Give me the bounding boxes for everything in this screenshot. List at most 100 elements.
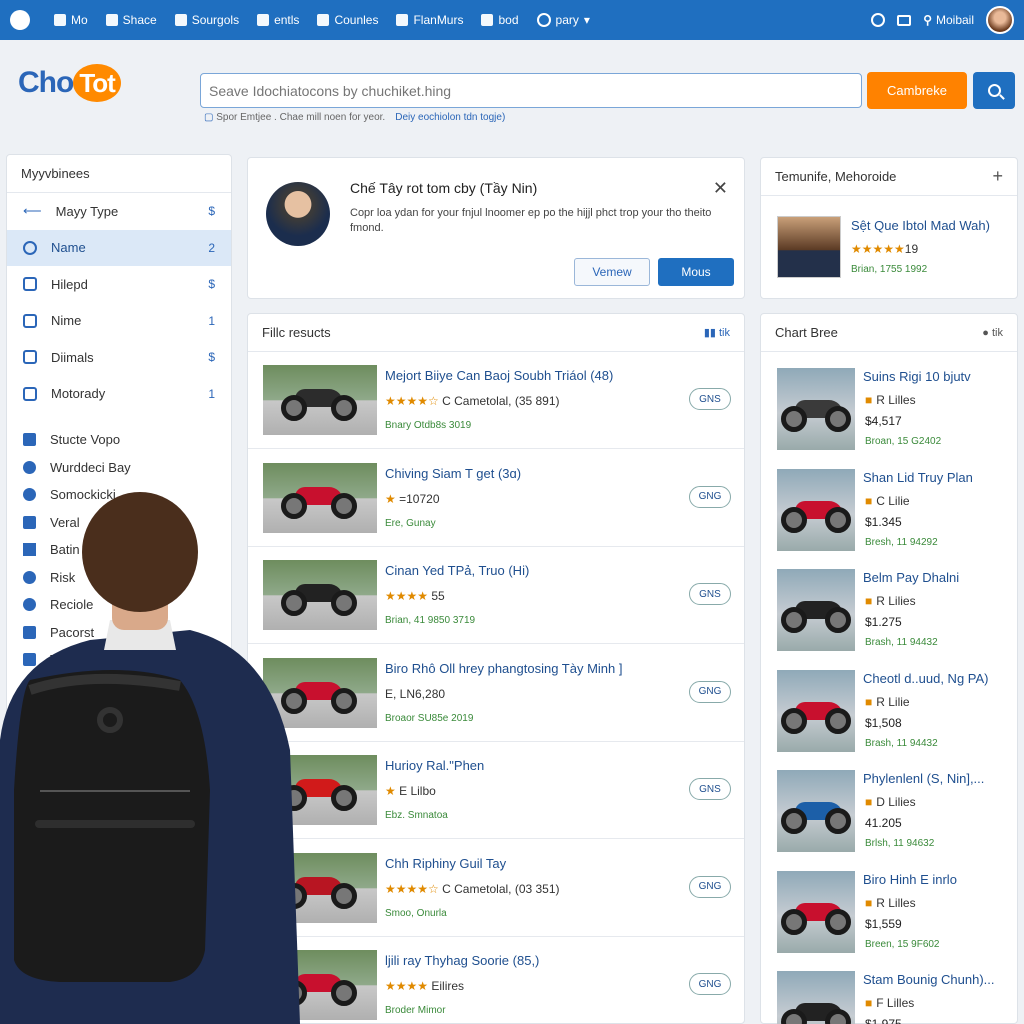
listing-action-button[interactable]: GNG [689,485,731,508]
result-row[interactable]: Mejort Biiye Can Baoj Soubh Triáol (48) ★… [248,352,744,449]
listing-title[interactable]: Chiving Siam T get (3ɑ) [385,466,521,481]
listing-title[interactable]: Stam Bounig Chunh)... [863,972,995,987]
listing-title[interactable]: Shan Lid Truy Plan [863,470,973,485]
listing-thumbnail[interactable] [263,950,377,1020]
sidebar-item-type[interactable]: ⟵ Mayy Type $ [7,193,231,230]
listing-thumbnail[interactable] [263,852,377,923]
cta-button[interactable]: Cambreke [867,72,967,109]
listing-title[interactable]: Biro Hinh E inrlo [863,872,957,887]
profile-name[interactable]: Sệt Que Ibtol Mad Wah) [851,218,990,233]
chart-list-item[interactable]: Suins Rigi 10 bjutv ■ R Lilles $4,517 Broan,… [761,360,1017,461]
result-row[interactable]: ljili ray Thyhag Soorie (85,) ★★★★ Eilire… [248,937,744,1024]
listing-sub: Eilires [431,979,465,993]
sidebar-sub-item[interactable]: Tru [7,646,231,674]
listing-thumbnail[interactable] [263,462,377,533]
sidebar-item-diimals[interactable]: Diimals $ [7,339,231,376]
listing-thumbnail[interactable] [777,368,855,450]
listing-action-button[interactable]: GNG [689,875,731,898]
listing-thumbnail[interactable] [263,560,377,630]
sidebar-sub-item[interactable]: Batin [7,536,231,564]
chart-list-item[interactable]: Belm Pay Dhalni ■ R Lilies $1.275 Brash, 11 … [761,561,1017,662]
search-input[interactable] [200,73,862,108]
result-row[interactable]: Chh Riphiny Guil Tay ★★★★☆ C Cametolal, (… [248,840,744,937]
chart-list-item[interactable]: Biro Hinh E inrlo ■ R Lilles $1,559 Breen, 1… [761,863,1017,964]
user-menu[interactable]: ⚲ Moibail [923,13,974,27]
listing-thumbnail[interactable] [777,971,855,1024]
listing-thumbnail[interactable] [777,569,855,651]
chart-list-item[interactable]: Phylenlenl (S, Nin],... ■ D Lilies 41.205 Br… [761,762,1017,863]
sidebar-sub-item[interactable]: Pacorst [7,619,231,647]
sidebar-sub-label: Tru [50,652,70,668]
listing-title[interactable]: Phylenlenl (S, Nin],... [863,771,984,786]
motorcycle-graphic [281,485,357,519]
sidebar-sub-label: Risk [50,569,76,585]
listing-action-button[interactable]: GNG [689,680,731,703]
listing-action-button[interactable]: GNG [689,973,731,995]
listing-action-button[interactable]: GNS [689,778,731,800]
nav-item-counles[interactable]: Counles [317,13,378,27]
chevron-down-icon: ▾ [583,13,590,27]
sidebar-sub-item[interactable]: Veral [7,509,231,537]
sidebar-sub-item[interactable]: Risk [7,564,231,592]
sidebar-sub-item[interactable]: Wurddeci Bay [7,454,231,482]
nav-item-home[interactable]: Mo [54,13,88,27]
search-button[interactable] [973,72,1015,109]
sidebar-item-name[interactable]: Name 2 [7,229,231,266]
result-row[interactable]: Cinan Yed TPả, Truo (Hi) ★★★★ 55 Brian, 41… [248,547,744,644]
motorcycle-graphic [281,582,357,616]
chart-list-item[interactable]: Shan Lid Truy Plan ■ C Lilie $1.345 Bresh, 1… [761,461,1017,562]
sidebar-sub-item[interactable]: Somockicki [7,481,231,509]
profile-rating: ★★★★★19 [851,242,918,256]
motorcycle-graphic [281,777,357,811]
filter-icon[interactable]: ▮▮ tik [704,326,730,339]
close-icon[interactable]: ✕ [713,178,728,199]
nav-item-sourgols[interactable]: Sourgols [174,13,239,27]
listing-title[interactable]: ljili ray Thyhag Soorie (85,) [385,953,539,968]
chart-list-item[interactable]: Cheotl d..uud, Ng PA) ■ R Lilie $1,508 Brash… [761,662,1017,763]
listing-thumbnail[interactable] [777,870,855,953]
sidebar-item-count: $ [208,350,215,365]
listing-thumbnail[interactable] [777,468,855,551]
nav-item-pary[interactable]: pary ▾ [536,13,590,27]
sidebar-item-label: Motorady [51,386,106,402]
hint-link[interactable]: Deiy eochiolon tdn togje) [395,112,505,123]
listing-title[interactable]: Hurioy Ral."Phen [385,758,484,773]
listing-title[interactable]: Chh Riphiny Guil Tay [385,856,506,871]
rating-stars: ★★★★☆ [385,881,439,896]
nav-item-shace[interactable]: Shace [105,13,157,27]
listing-thumbnail[interactable] [777,669,855,752]
listing-action-button[interactable]: GNS [689,388,731,410]
sidebar-item-hilepd[interactable]: Hilepd $ [7,266,231,303]
image-icon[interactable] [897,14,912,26]
listing-thumbnail[interactable] [263,755,377,825]
avatar[interactable] [986,6,1014,34]
result-row[interactable]: Chiving Siam T get (3ɑ) ★ =10720 Ere, Guna… [248,450,744,547]
listing-title[interactable]: Cinan Yed TPả, Truo (Hi) [385,563,529,578]
secondary-button[interactable]: Vemew [574,258,650,286]
primary-button[interactable]: Mous [658,258,734,286]
listing-title[interactable]: Biro Rhô Oll hrey phangtosing Tày Minh ] [385,661,623,676]
listing-title[interactable]: Cheotl d..uud, Ng PA) [863,671,989,686]
sidebar-sub-item[interactable]: Stucte Vopo [7,426,231,454]
pin-icon[interactable]: ● tik [982,327,1003,339]
chart-list-item[interactable]: Stam Bounig Chunh)... ■ F Lilles $1.975 [761,963,1017,1024]
app-logo-icon[interactable] [10,10,30,30]
listing-title[interactable]: Mejort Biiye Can Baoj Soubh Triáol (48) [385,368,613,383]
result-row[interactable]: Biro Rhô Oll hrey phangtosing Tày Minh ]… [248,645,744,742]
speed-icon[interactable] [871,13,886,27]
sidebar-item-nime[interactable]: Nime 1 [7,303,231,340]
listing-title[interactable]: Suins Rigi 10 bjutv [863,369,971,384]
listing-thumbnail[interactable] [777,770,855,852]
nav-item-entls[interactable]: entls [257,13,299,27]
nav-item-flanmurs[interactable]: FlanMurs [396,13,463,27]
sidebar-item-motorady[interactable]: Motorady 1 [7,376,231,413]
brand-logo[interactable]: Cho Tot [18,64,121,102]
listing-title[interactable]: Belm Pay Dhalni [863,570,959,585]
plus-icon[interactable]: + [992,166,1003,187]
sidebar-sub-item[interactable]: Reciole [7,591,231,619]
listing-action-button[interactable]: GNS [689,583,731,605]
result-row[interactable]: Hurioy Ral."Phen ★ E Lilbo Ebz. Smnatoa GNS [248,742,744,839]
nav-item-bod[interactable]: bod [481,13,519,27]
listing-thumbnail[interactable] [263,657,377,728]
listing-thumbnail[interactable] [263,365,377,435]
